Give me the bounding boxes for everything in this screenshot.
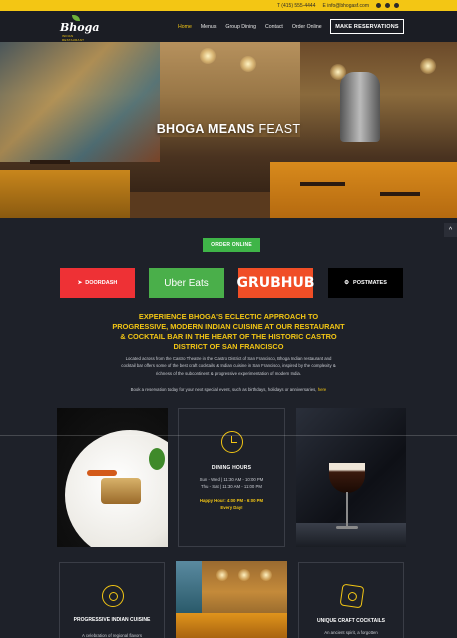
pendant-light bbox=[420, 58, 436, 74]
logo-text: Bhoga bbox=[60, 21, 100, 34]
postmates-link[interactable]: ⚙ POSTMATES bbox=[328, 268, 403, 298]
intro-paragraph: Located across from the Castro Theatre i… bbox=[121, 356, 336, 376]
pendant-light bbox=[330, 64, 346, 80]
book-here-link[interactable]: here bbox=[318, 387, 327, 392]
instagram-icon[interactable] bbox=[385, 3, 390, 8]
dining-hours-title: DINING HOURS bbox=[211, 465, 252, 471]
hero-title-light: FEAST bbox=[258, 122, 301, 136]
dining-table bbox=[300, 182, 345, 186]
bhoga-logo[interactable]: Bhoga INDIAN RESTAURANT bbox=[58, 15, 99, 42]
postmates-label: POSTMATES bbox=[353, 280, 387, 286]
top-contact-bar: T (415) 555-4444 E info@bhogasf.com bbox=[0, 0, 457, 11]
facebook-icon[interactable] bbox=[376, 3, 381, 8]
dining-table bbox=[380, 192, 420, 196]
grubhub-label: GRUBHUB bbox=[236, 275, 315, 291]
hero-banner: BHOGA MEANS FEAST bbox=[0, 42, 457, 218]
ubereats-label: Uber Eats bbox=[164, 277, 209, 289]
main-navigation: Bhoga INDIAN RESTAURANT Home Menus Group… bbox=[0, 11, 457, 42]
intro-heading: EXPERIENCE BHOGA'S ECLECTIC APPROACH TO … bbox=[112, 312, 345, 351]
nav-item-group-dining[interactable]: Group Dining bbox=[225, 24, 256, 30]
email-address[interactable]: E info@bhogasf.com bbox=[323, 3, 370, 9]
cuisine-title: PROGRESSIVE INDIAN CUISINE bbox=[73, 617, 151, 623]
food-photo bbox=[57, 408, 168, 547]
pendant-light bbox=[238, 569, 250, 581]
dish-icon bbox=[102, 585, 124, 607]
hours-line-2: Thu - Sat | 11:30 AM - 11:00 PM bbox=[201, 484, 262, 489]
order-online-button[interactable]: ORDER ONLINE bbox=[203, 238, 260, 252]
doordash-label: DOORDASH bbox=[85, 280, 118, 286]
dish bbox=[101, 478, 141, 504]
nav-item-menus[interactable]: Menus bbox=[201, 24, 217, 30]
right-booth bbox=[270, 162, 457, 218]
left-booth bbox=[0, 170, 130, 218]
dining-hours-card: DINING HOURS Sun - Wed | 11:30 AM - 10:0… bbox=[178, 408, 285, 547]
pendant-light bbox=[240, 56, 256, 72]
chevron-up-icon: ^ bbox=[448, 226, 453, 234]
happy-hour-line: Happy Hour: 4:00 PM - 6:00 PM bbox=[199, 498, 264, 503]
cocktails-title: UNIQUE CRAFT COCKTAILS bbox=[317, 618, 385, 624]
happy-hour-days: Every Day! bbox=[220, 505, 243, 510]
section-divider bbox=[0, 435, 457, 436]
postmates-icon: ⚙ bbox=[344, 280, 350, 286]
cocktail-photo bbox=[296, 408, 406, 547]
cuisine-card: PROGRESSIVE INDIAN CUISINE A celebration… bbox=[59, 562, 165, 638]
book-text: Book a reservation today for your next s… bbox=[130, 387, 317, 392]
yelp-icon[interactable] bbox=[394, 3, 399, 8]
logo-tagline: INDIAN RESTAURANT bbox=[62, 34, 85, 42]
scroll-to-top-button[interactable]: ^ bbox=[444, 223, 457, 237]
cocktail-glass bbox=[329, 463, 365, 493]
nav-item-contact[interactable]: Contact bbox=[265, 24, 283, 30]
book-reservation-text: Book a reservation today for your next s… bbox=[110, 387, 347, 392]
doordash-icon: ➤ bbox=[77, 280, 83, 286]
interior-photo bbox=[176, 561, 287, 638]
hero-title: BHOGA MEANS FEAST bbox=[0, 122, 457, 136]
ubereats-link[interactable]: Uber Eats bbox=[149, 268, 224, 298]
cocktails-card: UNIQUE CRAFT COCKTAILS An ancient spirit… bbox=[298, 562, 404, 638]
hours-line-1: Sun - Wed | 11:30 AM - 10:00 PM bbox=[199, 477, 264, 482]
glass-base bbox=[336, 526, 358, 529]
grubhub-link[interactable]: GRUBHUB bbox=[236, 268, 315, 298]
cocktails-text: An ancient spirit, a forgotten bbox=[324, 630, 378, 635]
social-links bbox=[376, 3, 399, 8]
hero-title-bold: BHOGA MEANS bbox=[156, 122, 255, 136]
sauce bbox=[87, 470, 117, 476]
cuisine-text: A celebration of regional flavors bbox=[82, 633, 142, 638]
nav-item-order-online[interactable]: Order Online bbox=[292, 24, 322, 30]
dining-table bbox=[30, 160, 70, 164]
pendant-light bbox=[216, 569, 228, 581]
restaurant-floor bbox=[130, 192, 270, 218]
cocktail-shaker-icon bbox=[339, 583, 365, 609]
mural bbox=[176, 561, 202, 613]
booth-bench bbox=[176, 613, 287, 638]
nav-item-home[interactable]: Home bbox=[178, 24, 192, 30]
make-reservations-button[interactable]: MAKE RESERVATIONS bbox=[330, 19, 404, 34]
pendant-light bbox=[200, 48, 216, 64]
nav-menu: Home Menus Group Dining Contact Order On… bbox=[178, 11, 322, 42]
doordash-link[interactable]: ➤ DOORDASH bbox=[60, 268, 135, 298]
pendant-light bbox=[260, 569, 272, 581]
mural-wall bbox=[0, 42, 160, 162]
herb-garnish bbox=[149, 448, 165, 470]
glass-stem bbox=[346, 492, 348, 528]
phone-number[interactable]: T (415) 555-4444 bbox=[277, 3, 316, 9]
